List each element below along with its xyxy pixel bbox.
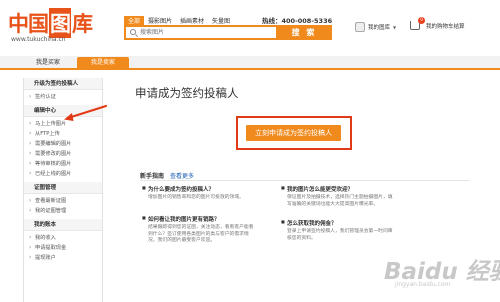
cart-label: 我的购物车结算 (426, 23, 465, 30)
faq-item: 为什么要成为签约投稿人？ 增加图片的销售率和您的图片可投放的领域。 (142, 185, 257, 202)
sidebar-section-title: 升级为签约投稿人 (24, 78, 102, 90)
tab-buyer[interactable]: 我是买家 (24, 57, 72, 70)
my-account-label: 我的图库 (368, 25, 391, 31)
faq-answer: 保证图片及拍摄技术，选择热门主题拍摄图片，填写准确的关键词也能大大提高图片曝光率… (287, 195, 393, 207)
sidebar-item-latest-certs[interactable]: 查看最新证图 (24, 196, 102, 206)
sidebar-item-income[interactable]: 我的收入 (24, 233, 102, 243)
sidebar-item-to-modify[interactable]: 需要修改的图片 (24, 149, 102, 159)
faq-item: 怎么获取我的佣金？ 登录上申请签约投稿人，我们管理员会第一时间审核您的资料。 (281, 219, 396, 242)
apply-signed-contributor-button[interactable]: 立刻申请成为签约投稿人 (246, 125, 341, 141)
logo-wordmark: 中国图库 (8, 8, 93, 38)
sidebar-item-ftp-upload[interactable]: 从FTP上传 (24, 129, 102, 139)
hotline-text: 热线：400-008-5336 (262, 17, 333, 25)
faq-item: 我的图片怎么能更受欢迎？ 保证图片及拍摄技术，选择热门主题拍摄图片，填写准确的关… (281, 185, 396, 208)
faq-question[interactable]: 我的图片怎么能更受欢迎？ (281, 185, 396, 193)
search-bar: 搜 索 (124, 25, 332, 40)
cta-highlight-box: 立刻申请成为签约投稿人 (236, 116, 352, 150)
sidebar-section-title: 我的账本 (24, 219, 102, 231)
faq-answer: 登录上申请签约投稿人，我们管理员会第一时间审核您的资料。 (287, 229, 393, 241)
guide-header: 新手指南 查看更多 (140, 171, 194, 180)
faq-answer: 增加图片的销售率和您的图片可投放的领域。 (148, 195, 244, 200)
logo-url: www.tukuchina.cn (11, 36, 66, 43)
annotation-arrow-icon (64, 104, 108, 121)
search-icon (130, 29, 136, 35)
watermark-url: jingyan.baidu.com (395, 281, 451, 288)
guide-more-link[interactable]: 查看更多 (170, 173, 194, 180)
avatar (355, 22, 365, 32)
faq-question[interactable]: 如何看让我的图片更有销路？ (142, 215, 257, 223)
tab-seller[interactable]: 我是卖家 (77, 57, 129, 70)
sidebar-item-withdraw[interactable]: 申请提取现金 (24, 243, 102, 253)
cart-icon: 0 (410, 17, 425, 30)
faq-item: 如何看让我的图片更有销路？ 结果跟踪得到您的证图，关注动态，看看客户能看到什么？… (142, 215, 257, 245)
search-input[interactable] (140, 28, 270, 37)
my-account-menu[interactable]: 我的图库 ▼ (355, 22, 396, 32)
site-logo[interactable]: 中国图库 www.tukuchina.cn (8, 8, 118, 48)
chevron-down-icon: ▼ (393, 24, 397, 30)
sidebar-section-title: 证图管理 (24, 182, 102, 194)
cart-count-badge: 0 (418, 17, 425, 24)
sidebar-item-to-edit[interactable]: 需要编辑的图片 (24, 139, 102, 149)
faq-answer: 结果跟踪得到您的证图，关注动态，看看客户能看到什么？签订使用各类图片的类与客户的… (148, 225, 254, 243)
sidebar-item-pending-review[interactable]: 等待审核的图片 (24, 159, 102, 169)
cart-button[interactable]: 0 我的购物车结算 (410, 17, 465, 30)
main-nav: 我是买家 我是卖家 (0, 56, 500, 70)
sidebar-item-withdraw-account[interactable]: 提现账户 (24, 253, 102, 263)
faq-question[interactable]: 为什么要成为签约投稿人？ (142, 185, 257, 193)
page-title: 申请成为签约投稿人 (135, 86, 239, 100)
sidebar-item-cert-management[interactable]: 我的证图管理 (24, 206, 102, 216)
faq-question[interactable]: 怎么获取我的佣金？ (281, 219, 396, 227)
guide-title: 新手指南 (140, 173, 165, 180)
divider (140, 180, 470, 181)
sidebar-item-sign-certification[interactable]: 签约认证 (24, 92, 102, 102)
sidebar-item-online[interactable]: 已经上线的图片 (24, 169, 102, 179)
search-button[interactable]: 搜 索 (276, 25, 332, 40)
